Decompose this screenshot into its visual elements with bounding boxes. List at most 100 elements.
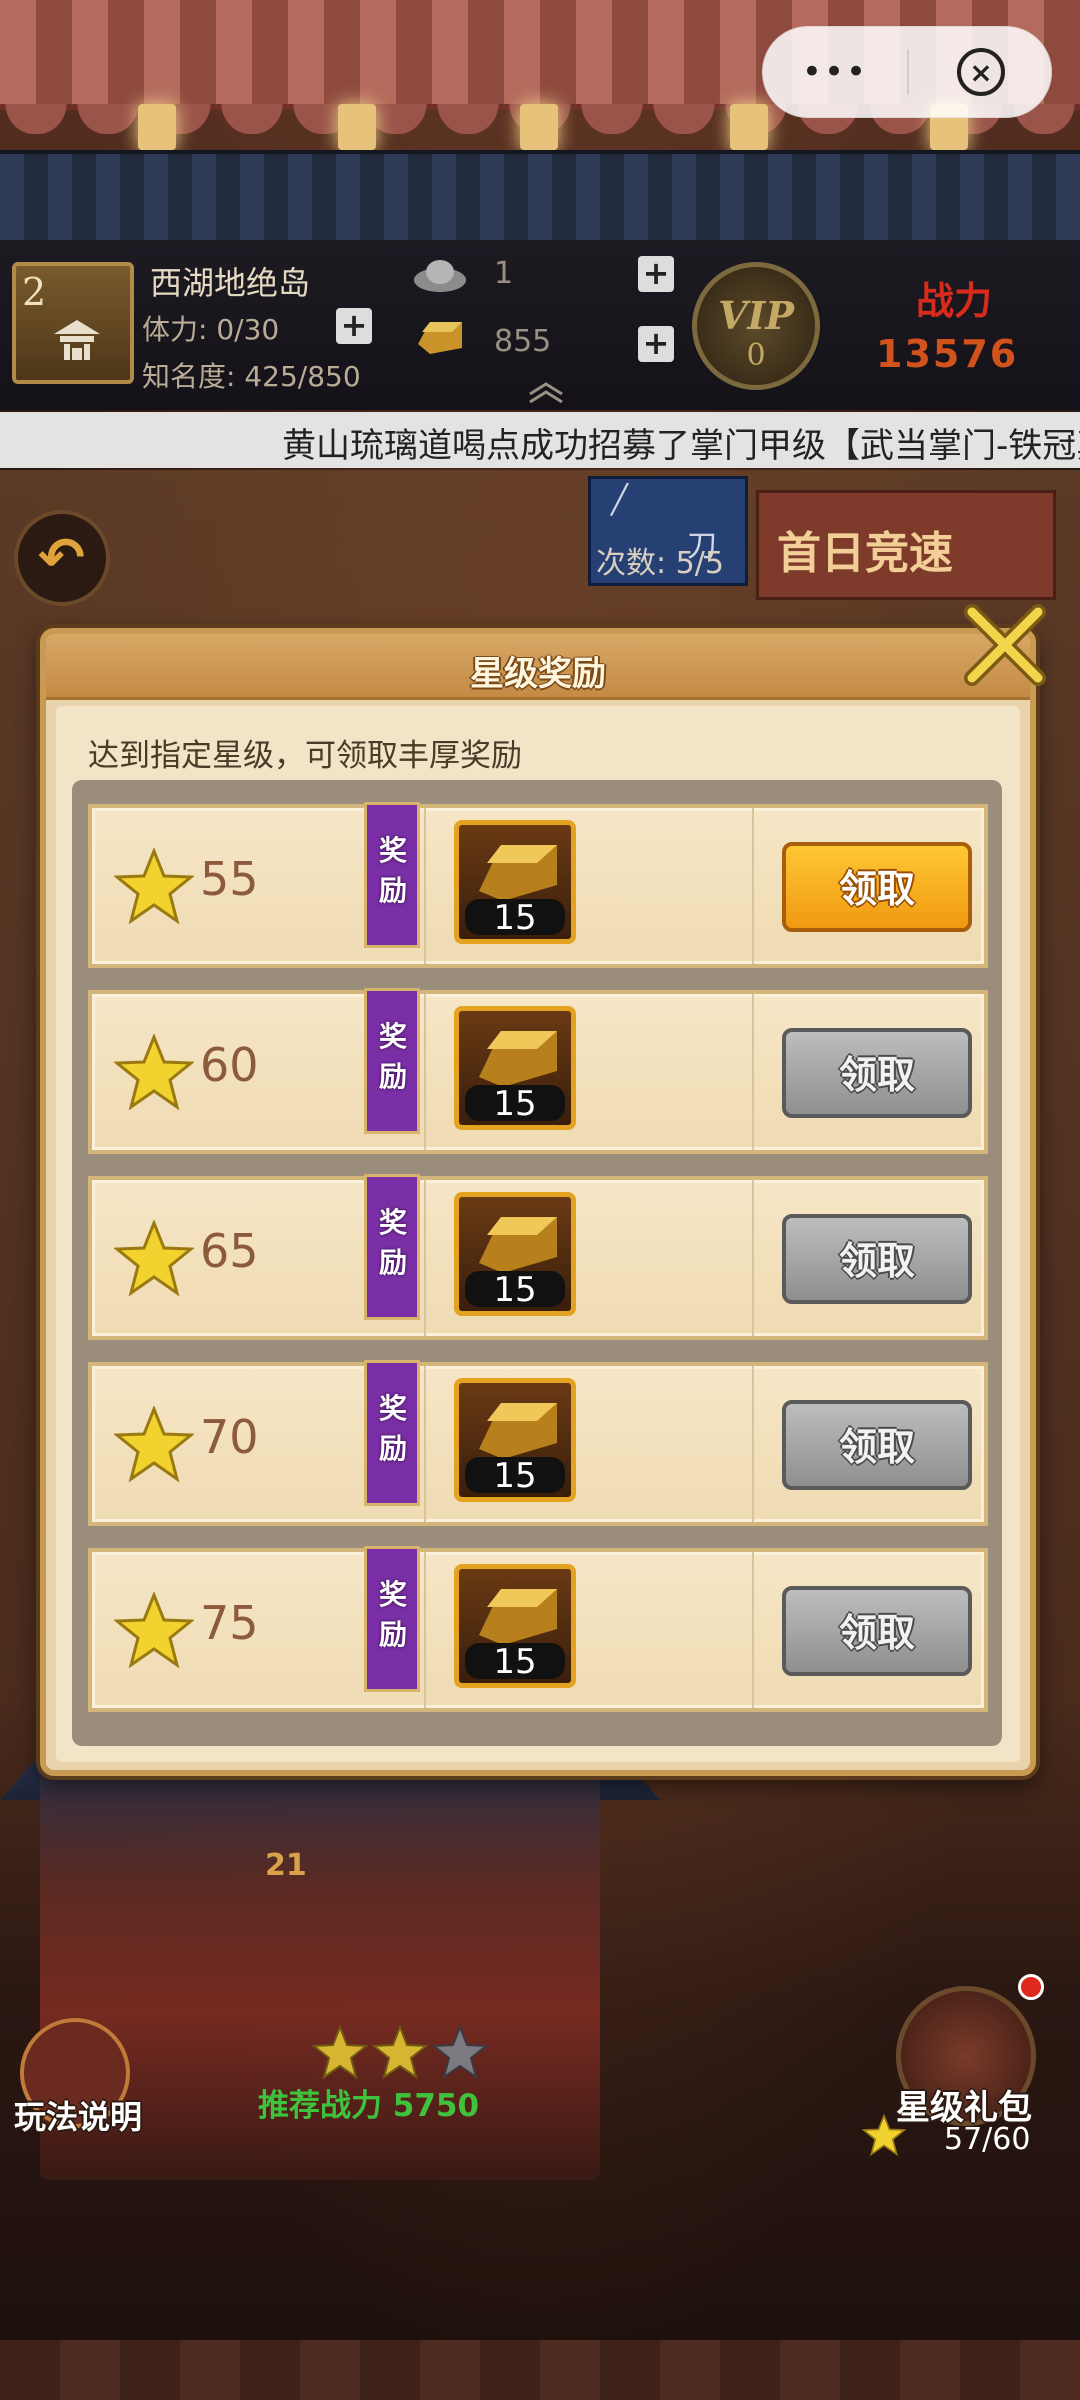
fame-value: 知名度: 425/850 — [142, 360, 361, 393]
announcement-text: 黄山琉璃道喝点成功招募了掌门甲级【武当掌门-铁冠真 — [282, 426, 1080, 466]
attempt-count: 次数: 5/5 — [596, 546, 724, 581]
event-banner[interactable]: 首日竞速 — [756, 490, 1056, 600]
claim-button[interactable]: 领取 — [782, 1400, 972, 1490]
row-divider — [752, 1180, 754, 1336]
vip-label: VIP — [718, 293, 794, 338]
required-stars: 70 — [200, 1410, 259, 1464]
back-button[interactable]: ↶ — [14, 510, 110, 606]
required-stars: 60 — [200, 1038, 259, 1092]
gold-value: 855 — [494, 324, 552, 359]
more-options-button[interactable]: ••• — [763, 52, 907, 92]
row-divider — [752, 994, 754, 1150]
back-arrow-icon: ↶ — [38, 526, 85, 591]
dialog-description: 达到指定星级，可领取丰厚奖励 — [88, 738, 522, 774]
claim-button[interactable]: 领取 — [782, 1586, 972, 1676]
reward-tag-text: 奖励 — [378, 1206, 407, 1279]
required-stars: 55 — [200, 852, 259, 906]
gold-bar-icon — [479, 1403, 557, 1459]
event-banner-text: 首日竞速 — [777, 528, 953, 579]
close-icon[interactable] — [954, 594, 1054, 694]
reward-quantity: 15 — [465, 1457, 565, 1495]
add-stamina-button[interactable]: + — [336, 308, 372, 344]
reward-row: 55 奖励 15 领取 — [88, 802, 988, 968]
row-divider — [424, 1552, 426, 1708]
star-icon — [862, 2114, 906, 2156]
add-silver-button[interactable]: + — [638, 256, 674, 292]
reward-row: 70 奖励 15 领取 — [88, 1360, 988, 1526]
reward-quantity: 15 — [465, 1643, 565, 1681]
required-stars: 65 — [200, 1224, 259, 1278]
gold-bar-icon — [479, 1589, 557, 1645]
vip-level: 0 — [746, 338, 766, 373]
star-icon — [114, 1592, 194, 1668]
player-avatar[interactable]: 2 — [12, 262, 134, 384]
dialog-header: 星级奖励 — [46, 634, 1030, 700]
silver-ingot-icon — [414, 260, 466, 292]
location-name: 西湖地绝岛 — [150, 264, 311, 302]
player-level: 2 — [22, 270, 47, 314]
required-stars: 75 — [200, 1596, 259, 1650]
star-progress: 57/60 — [944, 2122, 1031, 2157]
reward-row: 75 奖励 15 领取 — [88, 1546, 988, 1712]
gold-bar-icon — [418, 322, 462, 354]
miniprogram-capsule: ••• × — [762, 26, 1052, 118]
vip-badge[interactable]: VIP 0 — [692, 262, 820, 390]
row-divider — [752, 1366, 754, 1522]
reward-tag-text: 奖励 — [378, 1578, 407, 1651]
announcement-marquee: 黄山琉璃道喝点成功招募了掌门甲级【武当掌门-铁冠真 — [0, 412, 1080, 468]
reward-tag: 奖励 — [364, 1174, 420, 1320]
star-icon — [114, 1220, 194, 1296]
reward-item-gold-bar[interactable]: 15 — [454, 1006, 576, 1130]
row-divider — [424, 1366, 426, 1522]
star-reward-dialog: 星级奖励 达到指定星级，可领取丰厚奖励 55 奖励 15 领取 60 奖励 15… — [40, 604, 1046, 1776]
reward-item-gold-bar[interactable]: 15 — [454, 1378, 576, 1502]
roof-band — [0, 150, 1080, 240]
reward-tag-text: 奖励 — [378, 1020, 407, 1093]
reward-item-gold-bar[interactable]: 15 — [454, 1192, 576, 1316]
star-icon — [114, 1034, 194, 1110]
row-divider — [752, 1552, 754, 1708]
row-divider — [424, 994, 426, 1150]
reward-item-gold-bar[interactable]: 15 — [454, 820, 576, 944]
reward-item-gold-bar[interactable]: 15 — [454, 1564, 576, 1688]
claim-button[interactable]: 领取 — [782, 842, 972, 932]
reward-quantity: 15 — [465, 1085, 565, 1123]
stage-number: 21 — [265, 1848, 307, 1883]
claim-button[interactable]: 领取 — [782, 1028, 972, 1118]
row-divider — [424, 808, 426, 964]
recommended-power: 推荐战力 5750 — [258, 2088, 480, 2124]
gold-bar-icon — [479, 1217, 557, 1273]
reward-quantity: 15 — [465, 1271, 565, 1309]
reward-row: 65 奖励 15 领取 — [88, 1174, 988, 1340]
row-divider — [424, 1180, 426, 1336]
claim-button[interactable]: 领取 — [782, 1214, 972, 1304]
help-button-label[interactable]: 玩法说明 — [14, 2092, 142, 2138]
reward-tag: 奖励 — [364, 802, 420, 948]
close-miniprogram-button[interactable]: × — [957, 48, 1005, 96]
dialog-title: 星级奖励 — [470, 654, 606, 694]
stage-star-3 — [431, 2024, 489, 2080]
reward-tag-text: 奖励 — [378, 1392, 407, 1465]
reward-tag: 奖励 — [364, 1546, 420, 1692]
capsule-separator — [907, 49, 909, 95]
stage-star-rating — [311, 2024, 489, 2080]
reward-tag: 奖励 — [364, 988, 420, 1134]
silver-value: 1 — [494, 256, 514, 291]
notification-dot — [1018, 1974, 1044, 2000]
blade-icon: ╱ — [611, 483, 628, 516]
star-icon — [114, 848, 194, 924]
chevron-up-icon[interactable] — [526, 380, 566, 404]
add-gold-button[interactable]: + — [638, 326, 674, 362]
reward-list[interactable]: 55 奖励 15 领取 60 奖励 15 领取 65 奖励 15 领取 70 奖… — [72, 780, 1002, 1746]
combat-power-value: 13576 — [876, 332, 1019, 376]
reward-tag: 奖励 — [364, 1360, 420, 1506]
stage-star-1 — [311, 2024, 369, 2080]
combat-power-label: 战力 — [916, 279, 993, 323]
reward-quantity: 15 — [465, 899, 565, 937]
gold-bar-icon — [479, 845, 557, 901]
gold-bar-icon — [479, 1031, 557, 1087]
reward-row: 60 奖励 15 领取 — [88, 988, 988, 1154]
stage-star-2 — [371, 2024, 429, 2080]
row-divider — [752, 808, 754, 964]
house-icon — [54, 320, 100, 360]
